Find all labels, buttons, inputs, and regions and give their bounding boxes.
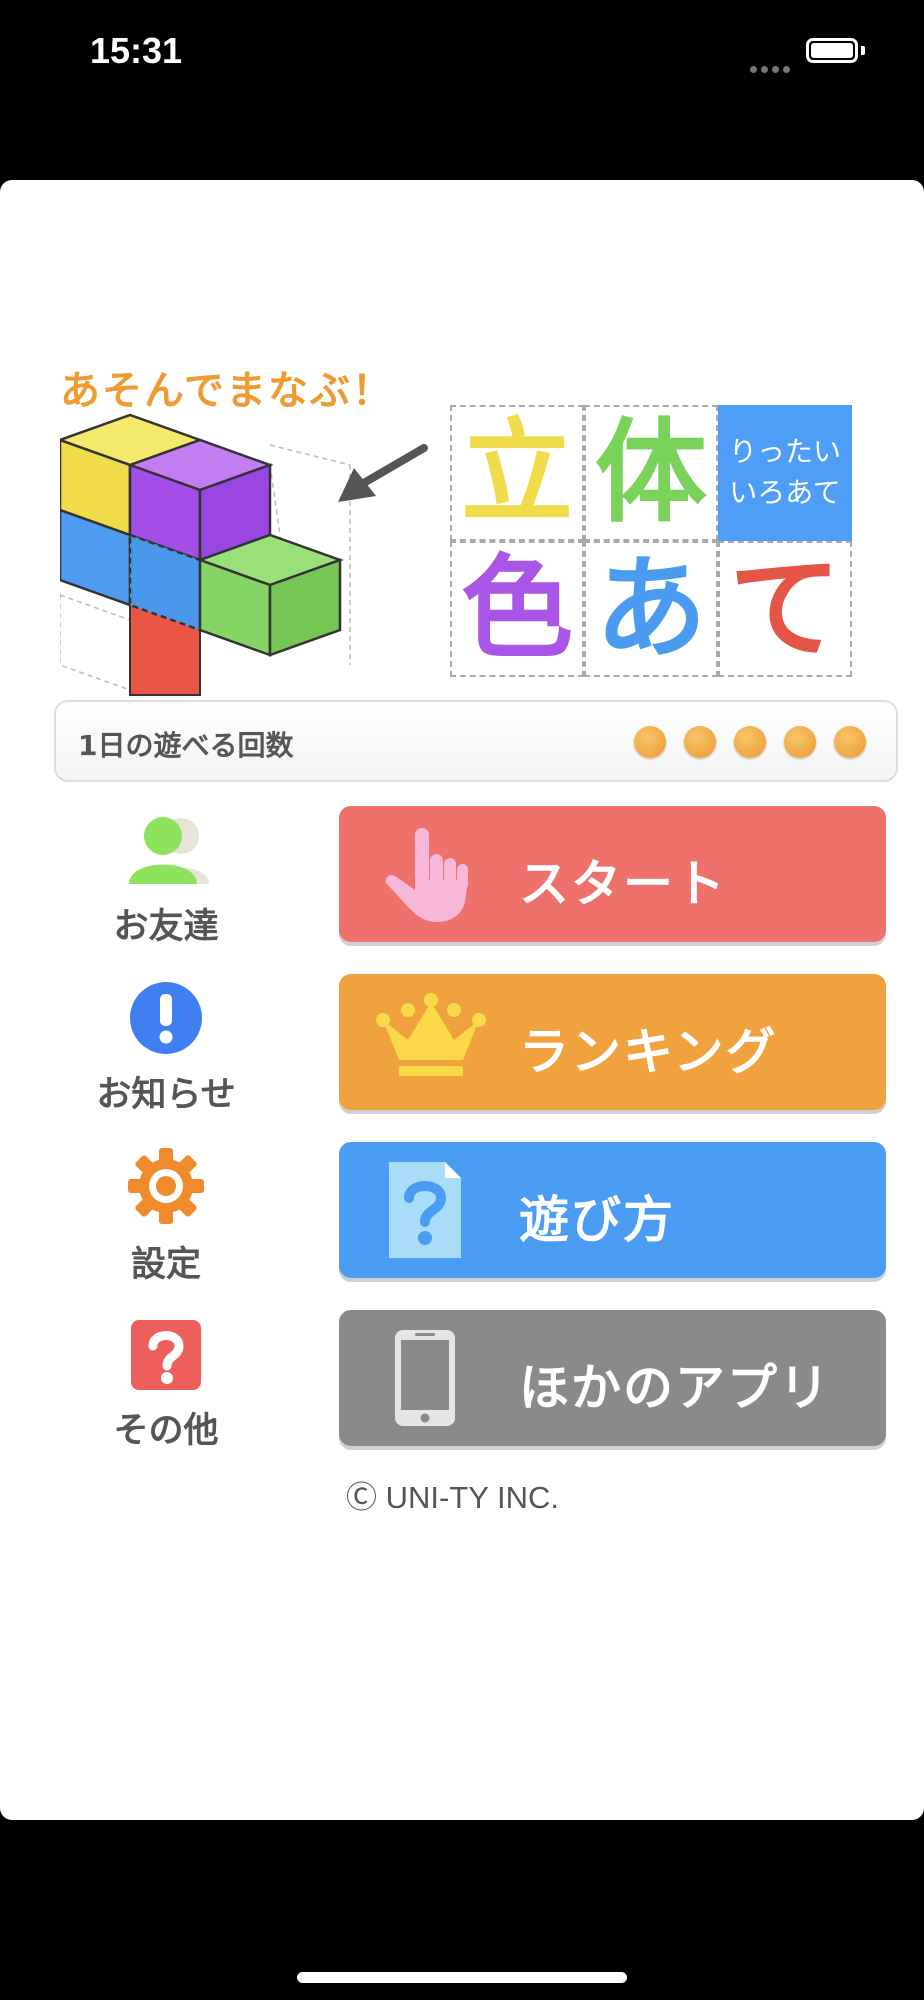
signal-icon	[750, 58, 794, 77]
other-button[interactable]: その他	[66, 1318, 266, 1453]
play-dot	[634, 726, 666, 758]
settings-label: 設定	[130, 1245, 201, 1285]
hand-pointer-icon	[385, 828, 468, 922]
other-apps-label: ほかのアプリ	[519, 1359, 831, 1417]
ranking-button[interactable]: ランキング	[339, 974, 886, 1110]
friends-label: お友達	[113, 907, 219, 947]
play-dot	[684, 726, 716, 758]
battery-icon	[806, 38, 858, 63]
news-button[interactable]: お知らせ	[66, 980, 266, 1117]
info-icon	[130, 982, 202, 1054]
daily-plays-label: 1日の遊べる回数	[78, 729, 294, 762]
gear-icon	[128, 1148, 204, 1224]
battery-tip	[861, 46, 865, 55]
title-char-4: あ	[584, 541, 718, 677]
title-char-1: 立	[450, 405, 584, 541]
play-dot	[734, 726, 766, 758]
play-dot	[834, 726, 866, 758]
settings-button[interactable]: 設定	[66, 1146, 266, 1287]
question-icon	[131, 1320, 201, 1390]
other-label: その他	[113, 1411, 219, 1451]
news-label: お知らせ	[96, 1075, 236, 1115]
title-char-2: 体	[584, 405, 718, 541]
title-reading-line2: いろあて	[729, 476, 841, 509]
status-bar: 15:31	[0, 0, 924, 110]
how-to-play-label: 遊び方	[519, 1191, 675, 1249]
title-logo: 立 体 りったい いろあて 色 あ て	[450, 405, 854, 677]
ranking-label: ランキング	[519, 1023, 778, 1081]
help-document-icon	[389, 1162, 461, 1258]
daily-plays-bar: 1日の遊べる回数	[54, 700, 898, 782]
app-card: あそんでまなぶ！ 立 体 りったい いろあて 色 あ て 1日の遊べる回数 お友…	[0, 180, 924, 1820]
title-char-3: 色	[450, 541, 584, 677]
remaining-plays-indicator	[634, 726, 884, 762]
how-to-play-button[interactable]: 遊び方	[339, 1142, 886, 1278]
arrow-icon	[338, 444, 428, 502]
friends-icon	[129, 817, 209, 884]
copyright-text: Ⓒ UNI-TY INC.	[346, 1480, 559, 1515]
play-dot	[784, 726, 816, 758]
smartphone-icon	[395, 1330, 455, 1426]
title-reading: りったい いろあて	[718, 405, 852, 541]
start-button[interactable]: スタート	[339, 806, 886, 942]
title-char-5: て	[718, 541, 852, 677]
other-apps-button[interactable]: ほかのアプリ	[339, 1310, 886, 1446]
start-label: スタート	[519, 855, 727, 913]
cubes-illustration	[60, 413, 351, 696]
home-indicator[interactable]	[297, 1972, 627, 1983]
title-reading-line1: りったい	[728, 435, 841, 469]
friends-button[interactable]: お友達	[66, 812, 266, 949]
status-time: 15:31	[90, 30, 183, 71]
crown-icon	[376, 993, 486, 1076]
